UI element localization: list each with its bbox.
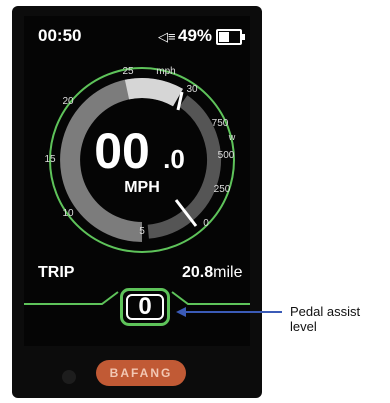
pedal-assist-level: 0 [126,293,164,320]
pedal-assist-indicator: 0 [120,288,170,326]
power-tick-0: 0 [203,218,209,229]
trip-line-left [24,291,119,305]
pedal-assist-callout: Pedal assist level [290,304,361,334]
callout-arrow-head [176,307,186,317]
speed-tick-15: 15 [44,154,56,165]
power-tick-750: 750 [212,118,229,129]
speed-unit: MPH [124,179,160,196]
speed-gauge: 00 .0 MPH 5 10 15 20 25 mph 30 0 250 500… [24,66,282,317]
trip-label: TRIP [38,264,75,281]
speed-unit-label: mph [156,66,175,77]
speed-integer: 00 [94,123,150,179]
speed-arc-highlight [124,78,183,107]
trip-distance: 20.8mile [182,264,242,282]
speed-tick-20: 20 [62,96,74,107]
trip-line-right [171,291,250,305]
speed-tick-25: 25 [122,66,134,77]
power-tick-250: 250 [214,184,231,195]
trip-value: 20.8 [182,264,214,281]
power-tick-500: 500 [218,150,235,161]
trip-unit: mile [213,264,243,281]
speed-tick-30: 30 [186,84,198,95]
speed-tick-0: 5 [139,226,145,237]
speed-decimal: .0 [163,144,185,174]
speed-tick-10: 10 [62,208,74,219]
power-unit-label: w [228,132,236,142]
